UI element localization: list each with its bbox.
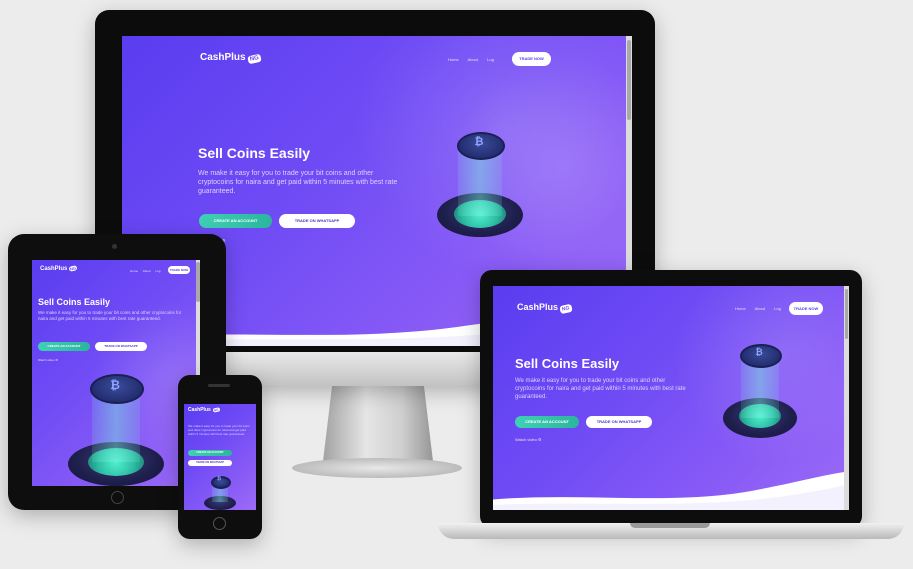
tablet-home-button[interactable] bbox=[111, 491, 124, 504]
brand-logo[interactable]: CashPlus NG bbox=[517, 302, 573, 315]
trade-whatsapp-button[interactable]: TRADE ON WHATSAPP bbox=[95, 342, 147, 351]
brand-logo[interactable]: CashPlus NG bbox=[200, 52, 262, 65]
nav-menu: Home About Log bbox=[130, 269, 164, 273]
brand-logo[interactable]: CashPlus NG bbox=[188, 407, 220, 413]
hero-description: We make it easy for you to trade your bi… bbox=[188, 424, 250, 436]
laptop-screen: CashPlus NG Home About Log TRADE NOW Sell… bbox=[493, 286, 849, 510]
nav-about[interactable]: About bbox=[468, 57, 478, 62]
brand-logo[interactable]: CashPlus NG bbox=[40, 265, 78, 272]
brand-badge: NG bbox=[246, 53, 262, 65]
play-icon: ⚙ bbox=[55, 358, 58, 362]
brand-name: CashPlus bbox=[40, 266, 68, 272]
coin-illustration: ₿ bbox=[719, 340, 799, 450]
watch-video-link[interactable]: Watch video ⚙ bbox=[38, 358, 58, 362]
nav-home[interactable]: Home bbox=[448, 57, 459, 62]
monitor-stand-base bbox=[292, 458, 462, 478]
nav-menu: Home About Log bbox=[735, 306, 789, 311]
wave-decoration bbox=[493, 471, 849, 510]
nav-home[interactable]: Home bbox=[130, 269, 138, 273]
trade-whatsapp-button[interactable]: TRADE ON WHATSAPP bbox=[188, 460, 232, 466]
coin-illustration: ₿ bbox=[434, 128, 524, 248]
hero-headline: Sell Coins Easily bbox=[38, 297, 111, 307]
hero-headline: Sell Coins Easily bbox=[198, 145, 311, 161]
laptop-notch bbox=[630, 523, 710, 528]
watch-video-label: Watch video bbox=[38, 358, 55, 362]
create-account-button[interactable]: CREATE AN ACCOUNT bbox=[38, 342, 90, 351]
hero-headline: Sell Coins Easily bbox=[515, 356, 620, 371]
play-icon: ⚙ bbox=[538, 437, 542, 442]
brand-badge: NG bbox=[559, 303, 573, 315]
bitcoin-icon: ₿ bbox=[755, 347, 763, 357]
bitcoin-icon: ₿ bbox=[216, 476, 222, 482]
hero-description: We make it easy for you to trade your bi… bbox=[515, 378, 686, 400]
coin-illustration: ₿ bbox=[202, 474, 238, 510]
nav-about[interactable]: About bbox=[755, 306, 765, 311]
monitor-stand-neck bbox=[322, 383, 434, 463]
nav-log[interactable]: Log bbox=[487, 57, 494, 62]
create-account-button[interactable]: CREATE AN ACCOUNT bbox=[515, 416, 579, 428]
trade-whatsapp-button[interactable]: TRADE ON WHATSAPP bbox=[279, 214, 355, 228]
bitcoin-icon: ₿ bbox=[474, 136, 484, 148]
nav-log[interactable]: Log bbox=[774, 306, 781, 311]
nav-log[interactable]: Log bbox=[155, 269, 160, 273]
tablet-screen: CashPlus NG Home About Log TRADE NOW Sell… bbox=[32, 260, 200, 486]
tablet-camera bbox=[112, 244, 117, 249]
phone-speaker bbox=[208, 384, 230, 387]
brand-name: CashPlus bbox=[517, 302, 559, 312]
brand-name: CashPlus bbox=[200, 52, 246, 63]
trade-now-button[interactable]: TRADE NOW bbox=[789, 302, 823, 315]
brand-badge: NG bbox=[68, 265, 78, 272]
trade-whatsapp-button[interactable]: TRADE ON WHATSAPP bbox=[586, 416, 652, 428]
trade-now-button[interactable]: TRADE NOW bbox=[512, 52, 551, 66]
nav-about[interactable]: About bbox=[143, 269, 151, 273]
create-account-button[interactable]: CREATE AN ACCOUNT bbox=[199, 214, 272, 228]
watch-video-label: Watch video bbox=[515, 437, 537, 442]
phone-home-button[interactable] bbox=[213, 517, 226, 530]
phone-screen: CashPlus NG We make it easy for you to tr… bbox=[184, 404, 256, 510]
brand-name: CashPlus bbox=[188, 407, 211, 413]
coin-illustration: ₿ bbox=[66, 372, 166, 486]
bitcoin-icon: ₿ bbox=[110, 378, 120, 392]
nav-home[interactable]: Home bbox=[735, 306, 746, 311]
nav-menu: Home About Log bbox=[448, 57, 502, 62]
hero-description: We make it easy for you to trade your bi… bbox=[38, 310, 182, 321]
trade-now-button[interactable]: TRADE NOW bbox=[168, 266, 190, 274]
hero-description: We make it easy for you to trade your bi… bbox=[198, 170, 398, 195]
brand-badge: NG bbox=[212, 407, 220, 413]
watch-video-link[interactable]: Watch video ⚙ bbox=[515, 437, 542, 442]
create-account-button[interactable]: CREATE AN ACCOUNT bbox=[188, 450, 232, 456]
laptop-scrollbar[interactable] bbox=[844, 286, 849, 510]
